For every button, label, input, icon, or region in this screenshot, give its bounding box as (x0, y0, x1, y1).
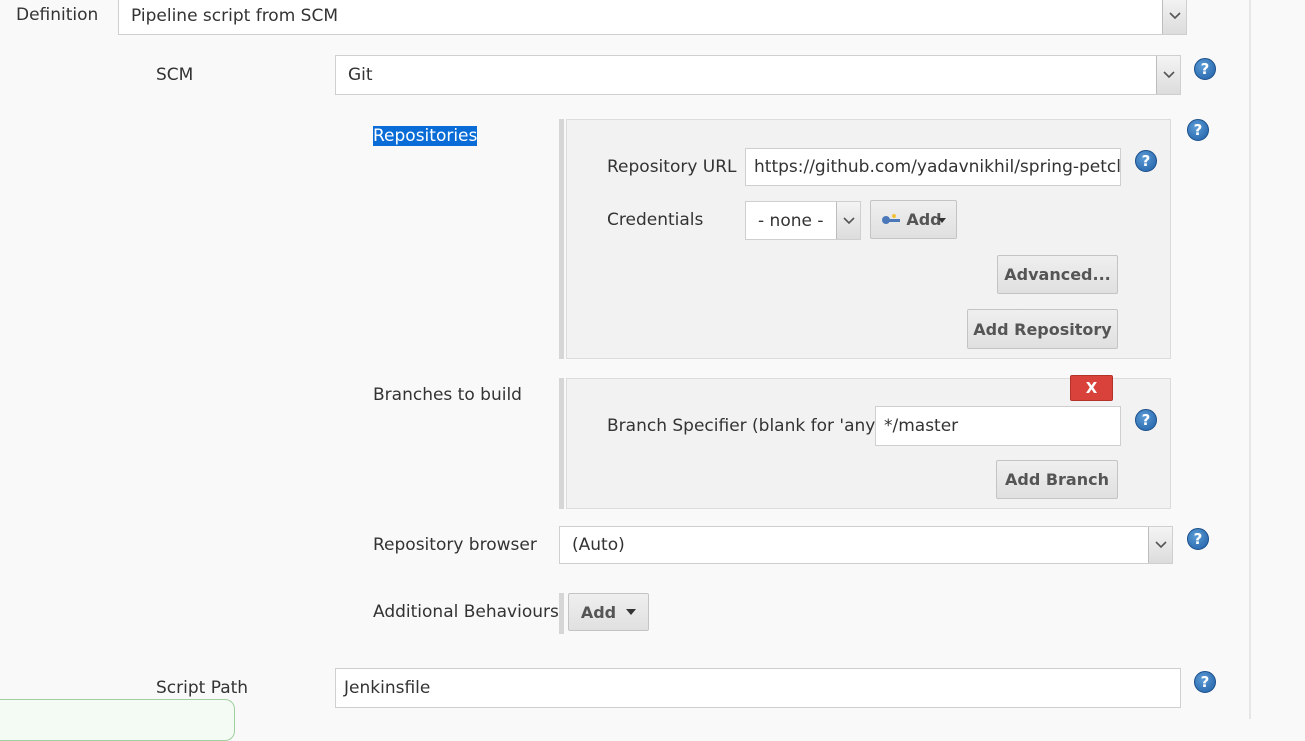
repository-url-label: Repository URL (607, 157, 737, 177)
behaviours-panel-bar (559, 593, 564, 634)
credentials-value: - none - (758, 210, 824, 231)
repository-url-input[interactable]: https://github.com/yadavnikhil/spring-pe… (745, 148, 1121, 186)
repositories-label: Repositories (373, 126, 478, 146)
definition-value: Pipeline script from SCM (131, 5, 339, 26)
scm-label: SCM (156, 65, 194, 85)
script-path-label: Script Path (156, 678, 249, 698)
add-behaviour-label: Add (580, 602, 617, 622)
caret-down-icon (626, 609, 637, 615)
repository-url-help-icon[interactable]: ? (1135, 150, 1157, 172)
caret-down-icon (937, 217, 946, 224)
remove-branch-button[interactable]: X (1070, 375, 1113, 401)
scm-value: Git (348, 65, 373, 85)
add-branch-button[interactable]: Add Branch (996, 460, 1118, 499)
script-path-help-icon[interactable]: ? (1194, 671, 1216, 693)
add-behaviour-button[interactable]: Add (568, 593, 649, 631)
right-divider (1249, 0, 1251, 719)
branches-panel-bar (559, 378, 564, 509)
credentials-add-button[interactable]: Add (870, 200, 957, 239)
definition-select[interactable]: Pipeline script from SCM (118, 0, 1187, 35)
credentials-add-label: Add (906, 210, 942, 229)
branch-specifier-label: Branch Specifier (blank for 'any') (607, 416, 887, 436)
add-repository-button[interactable]: Add Repository (967, 309, 1118, 349)
repository-browser-label: Repository browser (373, 535, 537, 555)
script-path-value: Jenkinsfile (344, 678, 431, 698)
credentials-select[interactable]: - none - (745, 201, 861, 240)
chevron-down-icon (1156, 56, 1180, 94)
script-path-input[interactable]: Jenkinsfile (335, 668, 1181, 708)
definition-label: Definition (16, 5, 99, 25)
repository-browser-select[interactable]: (Auto) (559, 526, 1173, 564)
notification-toast (0, 699, 235, 741)
credentials-label: Credentials (607, 210, 704, 230)
branch-specifier-input[interactable]: */master (875, 406, 1121, 446)
chevron-down-icon (1162, 0, 1186, 34)
additional-behaviours-label: Additional Behaviours (373, 602, 559, 622)
repositories-help-icon[interactable]: ? (1187, 119, 1209, 141)
branch-specifier-help-icon[interactable]: ? (1135, 409, 1157, 431)
advanced-button[interactable]: Advanced... (997, 255, 1118, 294)
repository-url-value: https://github.com/yadavnikhil/spring-pe… (754, 157, 1121, 177)
key-icon (881, 213, 901, 226)
scm-help-icon[interactable]: ? (1194, 58, 1216, 80)
scm-select[interactable]: Git (335, 55, 1181, 95)
chevron-down-icon (836, 202, 860, 239)
branches-label: Branches to build (373, 385, 522, 405)
repository-browser-value: (Auto) (572, 535, 625, 555)
repositories-panel-bar (559, 119, 564, 359)
chevron-down-icon (1148, 527, 1172, 563)
repository-browser-help-icon[interactable]: ? (1187, 528, 1209, 550)
branch-specifier-value: */master (884, 416, 959, 436)
